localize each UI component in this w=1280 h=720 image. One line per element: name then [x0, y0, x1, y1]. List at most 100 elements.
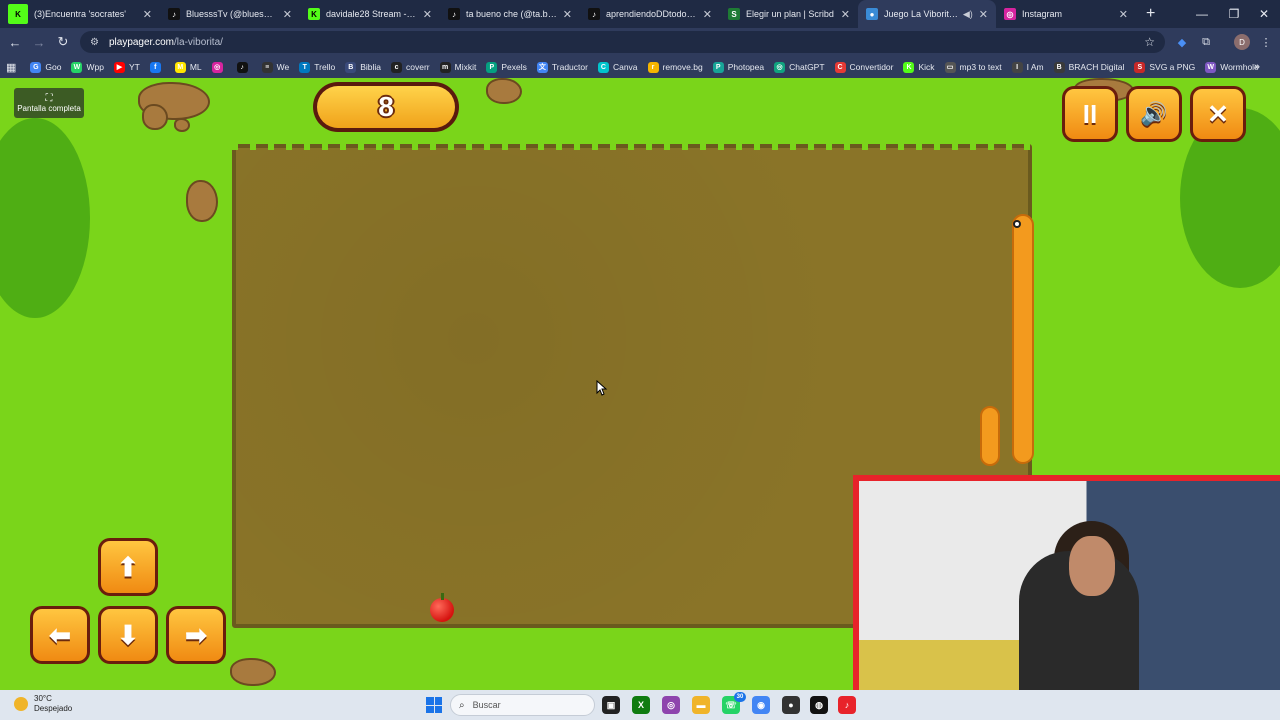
reload-icon[interactable]: ↻: [51, 30, 75, 54]
bookmark-item[interactable]: W Wormhole: [1205, 61, 1259, 73]
bookmarks-more-icon[interactable]: »: [1254, 61, 1260, 73]
bookmark-item[interactable]: P Photopea: [712, 61, 764, 73]
bookmark-item[interactable]: f: [149, 61, 165, 73]
bookmark-item[interactable]: G Goo: [30, 61, 61, 73]
obs-icon[interactable]: ◍: [810, 696, 828, 714]
bookmark-item[interactable]: ≡ We: [261, 61, 289, 73]
bookmark-icon: W: [1205, 61, 1217, 73]
bookmark-item[interactable]: 文 Traductor: [536, 61, 588, 73]
close-icon[interactable]: ✕: [703, 8, 712, 21]
bookmark-item[interactable]: C Convertidor: [834, 61, 893, 73]
left-arrow-button[interactable]: ⬅: [30, 606, 90, 664]
search-icon: ⌕: [459, 699, 465, 711]
bookmark-item[interactable]: ▶ YT: [113, 61, 140, 73]
tiktok-live-icon[interactable]: ♪: [838, 696, 856, 714]
rock-decoration: [230, 658, 276, 686]
close-icon[interactable]: ✕: [1119, 8, 1128, 21]
bookmark-item[interactable]: K Kick: [903, 61, 935, 73]
site-info-icon[interactable]: ⚙: [90, 37, 99, 48]
minimize-icon[interactable]: —: [1186, 0, 1218, 28]
tab-la-viborita[interactable]: ● Juego La Viborita SN ◀) ✕: [858, 0, 996, 28]
windows-start-icon[interactable]: [426, 697, 442, 713]
extensions-puzzle-icon[interactable]: ⧉: [1198, 34, 1214, 50]
task-view-icon[interactable]: ▣: [602, 696, 620, 714]
tab-tiktok-bluessstv[interactable]: ♪ BluesssTv (@bluessstv) | T ✕: [160, 0, 300, 28]
playpager-icon: ●: [866, 8, 878, 20]
window-close-icon[interactable]: ✕: [1248, 0, 1280, 28]
bookmark-item[interactable]: S SVG a PNG: [1134, 61, 1195, 73]
taskbar: 30°C Despejado ⌕ Buscar ▣ X ◎ ▬ ☏ 30 ◉ ●…: [0, 690, 1280, 720]
taskbar-search-input[interactable]: ⌕ Buscar: [450, 694, 595, 716]
bookmark-item[interactable]: P Pexels: [486, 61, 527, 73]
xbox-icon[interactable]: X: [632, 696, 650, 714]
tab-kick-socrates[interactable]: K (3)Encuentra 'socrates' ✕: [0, 0, 160, 28]
close-icon[interactable]: ✕: [283, 8, 292, 21]
close-icon[interactable]: ✕: [979, 8, 988, 21]
menu-kebab-icon[interactable]: ⋮: [1258, 34, 1274, 50]
webcam-feed: [859, 481, 1280, 720]
close-icon[interactable]: ✕: [143, 8, 152, 21]
app-icon-dark[interactable]: ●: [782, 696, 800, 714]
pause-button[interactable]: II: [1062, 86, 1118, 142]
bookmark-item[interactable]: r remove.bg: [647, 61, 703, 73]
extension-icon[interactable]: ◆: [1174, 34, 1190, 50]
file-explorer-icon[interactable]: ▬: [692, 696, 710, 714]
bookmark-item[interactable]: ▭ mp3 to text: [944, 61, 1002, 73]
bookmark-item[interactable]: c coverr: [391, 61, 430, 73]
back-icon[interactable]: ←: [3, 30, 27, 54]
bookmark-icon: T: [299, 61, 311, 73]
speaker-icon[interactable]: ◀): [963, 9, 973, 20]
bookmark-item[interactable]: ◎ ChatGPT: [774, 61, 825, 73]
bookmark-item[interactable]: W Wpp: [71, 61, 104, 73]
tab-tiktok-aprendiendo[interactable]: ♪ aprendiendoDDtodo (@a ✕: [580, 0, 720, 28]
bookmark-item[interactable]: ♪: [236, 61, 252, 73]
tab-title: Elegir un plan | Scribd: [746, 9, 834, 19]
sound-button[interactable]: 🔊: [1126, 86, 1182, 142]
bookmark-label: YT: [128, 62, 140, 72]
chrome-icon[interactable]: ◉: [752, 696, 770, 714]
weather-widget[interactable]: 30°C Despejado: [14, 694, 72, 714]
instagram-icon: ◎: [1004, 8, 1016, 20]
pause-icon: II: [1065, 89, 1115, 139]
apps-grid-icon[interactable]: ▦: [6, 61, 16, 74]
bookmark-icon: r: [647, 61, 659, 73]
address-bar-row: ← → ↻ ⚙ playpager.com/la-viborita/ ☆ ◆ ⧉…: [0, 28, 1280, 56]
arrow-down-icon: ⬇: [101, 609, 155, 661]
bookmark-label: Mixkit: [454, 62, 477, 72]
forward-icon[interactable]: →: [27, 30, 51, 54]
address-input[interactable]: ⚙ playpager.com/la-viborita/ ☆: [80, 31, 1165, 53]
up-arrow-button[interactable]: ⬆: [98, 538, 158, 596]
right-arrow-button[interactable]: ➡: [166, 606, 226, 664]
rock-decoration: [174, 118, 190, 132]
bookmark-label: Pexels: [501, 62, 527, 72]
bookmark-icon: B: [1053, 61, 1065, 73]
restore-icon[interactable]: ❐: [1218, 0, 1250, 28]
close-game-button[interactable]: ✕: [1190, 86, 1246, 142]
bookmark-star-icon[interactable]: ☆: [1144, 35, 1155, 49]
tiktok-icon: ♪: [588, 8, 600, 20]
avatar[interactable]: D: [1234, 34, 1250, 50]
close-icon[interactable]: ✕: [563, 8, 572, 21]
bookmark-item[interactable]: M ML: [174, 61, 202, 73]
close-icon[interactable]: ✕: [841, 8, 850, 21]
tab-kick-davidale28[interactable]: K davidale28 Stream - Wat ✕: [300, 0, 440, 28]
bookmark-item[interactable]: B Biblia: [345, 61, 381, 73]
fullscreen-button[interactable]: ⛶ Pantalla completa: [14, 88, 84, 118]
bookmark-item[interactable]: T Trello: [299, 61, 335, 73]
tab-tiktok-tabueno[interactable]: ♪ ta bueno che (@ta.bueno ✕: [440, 0, 580, 28]
bookmark-item[interactable]: m Mixkit: [439, 61, 477, 73]
new-tab-button[interactable]: +: [1146, 5, 1155, 23]
bookmark-item[interactable]: ◎: [211, 61, 227, 73]
app-icon[interactable]: ◎: [662, 696, 680, 714]
bookmark-icon: I: [1011, 61, 1023, 73]
bookmark-item[interactable]: C Canva: [597, 61, 638, 73]
tab-instagram[interactable]: ◎ Instagram ✕: [996, 0, 1136, 28]
bookmark-item[interactable]: II Am: [1011, 61, 1044, 73]
url-path: /la-viborita/: [174, 36, 223, 48]
tab-scribd[interactable]: S Elegir un plan | Scribd ✕: [720, 0, 858, 28]
bookmark-icon: c: [391, 61, 403, 73]
snake-body: [1012, 214, 1034, 464]
down-arrow-button[interactable]: ⬇: [98, 606, 158, 664]
bookmark-item[interactable]: B BRACH Digital: [1053, 61, 1124, 73]
close-icon[interactable]: ✕: [423, 8, 432, 21]
